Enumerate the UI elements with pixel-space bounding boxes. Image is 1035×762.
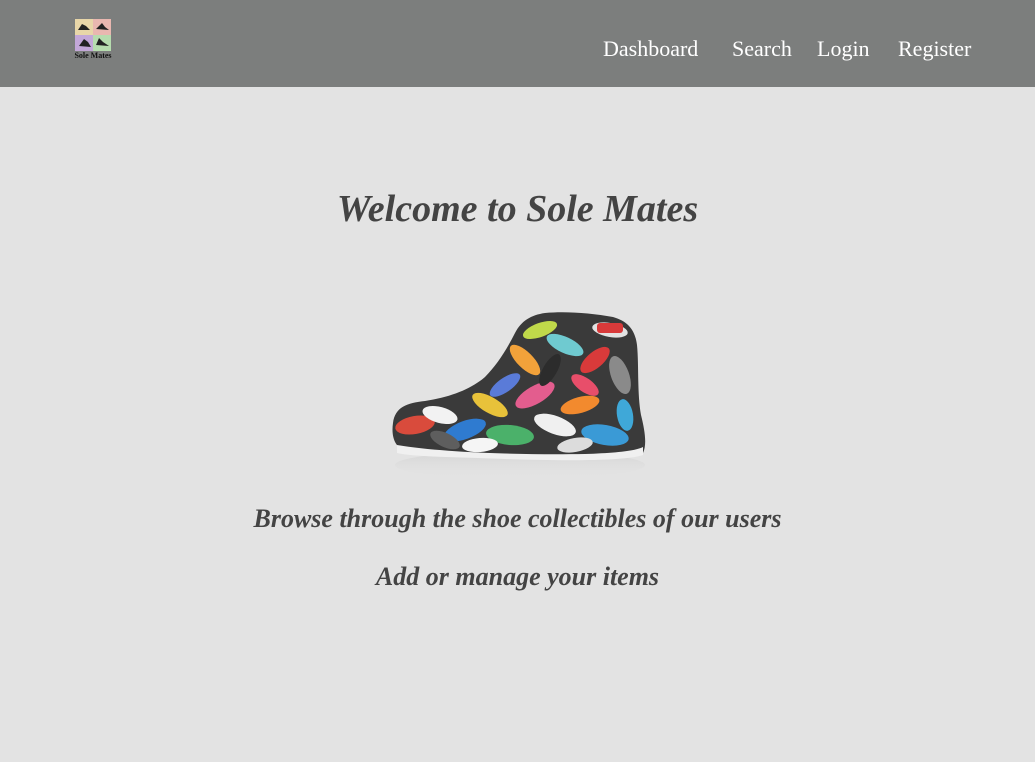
browse-tagline: Browse through the shoe collectibles of … (253, 504, 782, 533)
page-title: Welcome to Sole Mates (336, 188, 699, 230)
manage-tagline: Add or manage your items (375, 562, 660, 591)
nav-register-link[interactable]: Register (898, 35, 971, 63)
sneaker-collage-icon (392, 312, 646, 479)
nav-search-link[interactable]: Search (732, 35, 792, 63)
nav-login-link[interactable]: Login (817, 35, 870, 63)
hero-sneaker-image (385, 305, 650, 485)
nav-dashboard-link[interactable]: Dashboard (603, 35, 698, 63)
navbar: Sole Mates Dashboard Search Login Regist… (0, 0, 1035, 87)
main-nav: Dashboard Search Login Register (0, 35, 1035, 65)
